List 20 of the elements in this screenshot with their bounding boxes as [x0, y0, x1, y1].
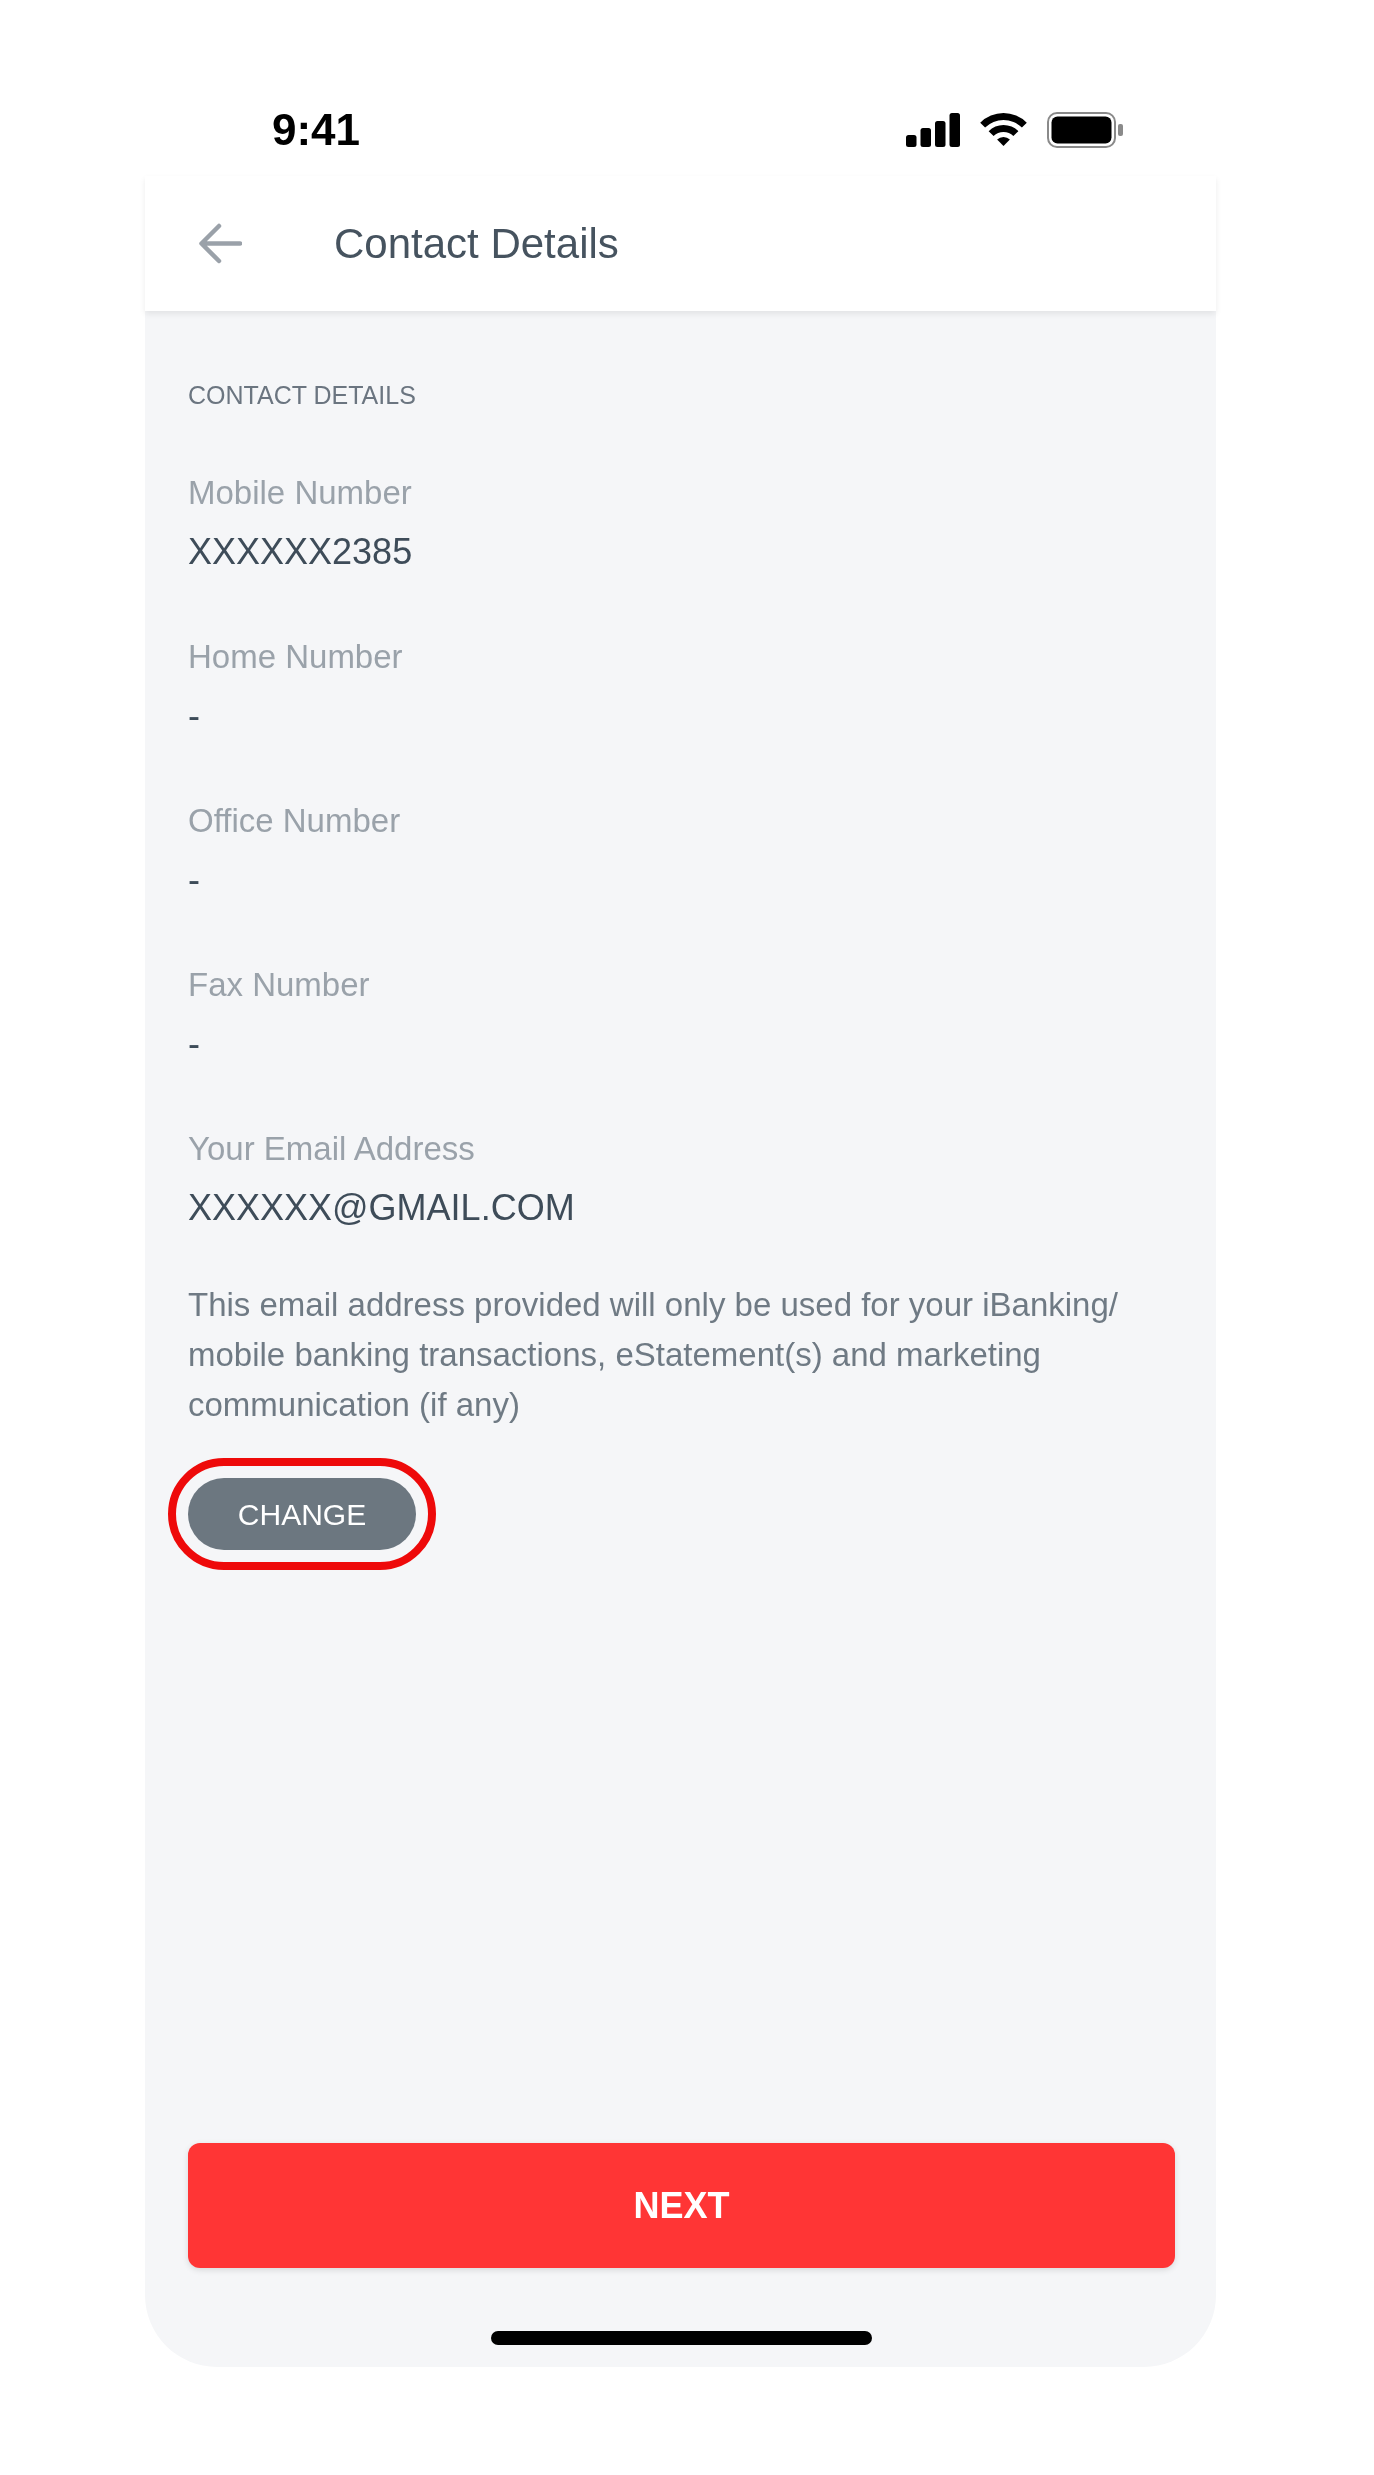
back-arrow-icon[interactable] [198, 223, 242, 264]
signal-icon [906, 113, 960, 147]
disclaimer-text: This email address provided will only be used for your iBanking/ mobile banking transactions, eStatement(s) and marketing communication (if any) [188, 1285, 1119, 1425]
field-value: - [188, 858, 200, 902]
field-value: XXXXXX@GMAIL.COM [188, 1186, 575, 1230]
field-value: - [188, 1022, 200, 1066]
section-heading: CONTACT DETAILS [188, 380, 417, 410]
next-button[interactable]: NEXT [188, 2143, 1175, 2268]
field-label: Mobile Number [188, 473, 412, 513]
status-time: 9:41 [272, 104, 361, 156]
battery-icon [1047, 112, 1123, 148]
page-title: Contact Details [334, 218, 619, 269]
change-button[interactable]: CHANGE [188, 1478, 416, 1550]
field-label: Office Number [188, 801, 401, 841]
field-value: - [188, 694, 200, 738]
field-label: Fax Number [188, 965, 370, 1005]
field-label: Your Email Address [188, 1129, 475, 1169]
wifi-icon [979, 113, 1028, 147]
field-label: Home Number [188, 637, 403, 677]
field-value: XXXXXX2385 [188, 530, 413, 574]
